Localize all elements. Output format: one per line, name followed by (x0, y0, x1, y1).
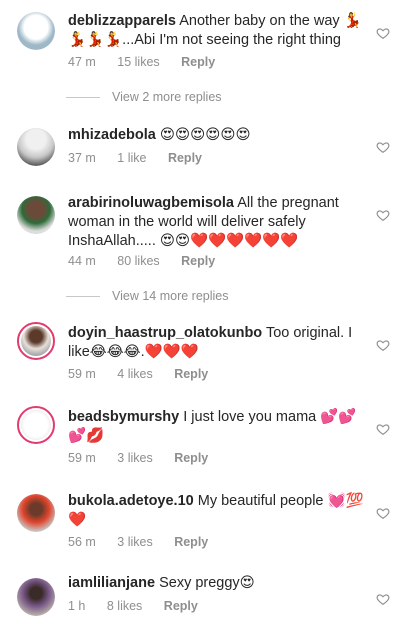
heart-outline-icon[interactable] (376, 422, 390, 436)
heart-outline-icon[interactable] (376, 338, 390, 352)
avatar[interactable] (17, 12, 55, 50)
comment-meta: 1 h 8 likes Reply (68, 599, 216, 613)
reply-button[interactable]: Reply (181, 55, 215, 69)
comment-meta: 59 m 3 likes Reply (68, 451, 226, 465)
comment-time: 47 m (68, 55, 96, 69)
comment-likes[interactable]: 4 likes (117, 367, 152, 381)
avatar[interactable] (17, 128, 55, 166)
reply-button[interactable]: Reply (174, 451, 208, 465)
avatar[interactable] (17, 322, 55, 360)
comment-likes[interactable]: 3 likes (117, 451, 152, 465)
view-more-replies[interactable]: View 14 more replies (66, 289, 229, 303)
comment-likes[interactable]: 1 like (117, 151, 146, 165)
view-more-label[interactable]: View 14 more replies (112, 289, 229, 303)
comment-text: 😍😍😍😍😍😍 (159, 127, 251, 143)
heart-outline-icon[interactable] (376, 592, 390, 606)
avatar[interactable] (17, 196, 55, 234)
divider (66, 295, 100, 297)
comment-time: 59 m (68, 367, 96, 381)
comment-meta: 37 m 1 like Reply (68, 151, 220, 165)
reply-button[interactable]: Reply (168, 151, 202, 165)
comment-time: 56 m (68, 535, 96, 549)
comment-text: Sexy preggy😍 (159, 575, 255, 591)
reply-button[interactable]: Reply (174, 535, 208, 549)
comment-likes[interactable]: 80 likes (117, 254, 159, 268)
reply-button[interactable]: Reply (174, 367, 208, 381)
comment-meta: 47 m 15 likes Reply (68, 55, 233, 69)
comment-likes[interactable]: 3 likes (117, 535, 152, 549)
comment-username[interactable]: mhizadebola (68, 127, 156, 143)
comment-time: 37 m (68, 151, 96, 165)
avatar[interactable] (17, 578, 55, 616)
comment-username[interactable]: doyin_haastrup_olatokunbo (68, 325, 262, 341)
avatar[interactable] (17, 406, 55, 444)
reply-button[interactable]: Reply (164, 599, 198, 613)
reply-button[interactable]: Reply (181, 254, 215, 268)
comment-username[interactable]: arabirinoluwagbemisola (68, 195, 234, 211)
comment-time: 1 h (68, 599, 86, 613)
comment-username[interactable]: iamlilianjane (68, 575, 155, 591)
heart-outline-icon[interactable] (376, 506, 390, 520)
comment-username[interactable]: deblizzapparels (68, 13, 176, 29)
comment-likes[interactable]: 15 likes (117, 55, 159, 69)
comment-meta: 59 m 4 likes Reply (68, 367, 226, 381)
comment-username[interactable]: beadsbymurshy (68, 409, 179, 425)
comment-meta: 44 m 80 likes Reply (68, 254, 233, 268)
avatar[interactable] (17, 494, 55, 532)
comment-username[interactable]: bukola.adetoye.10 (68, 493, 194, 509)
heart-outline-icon[interactable] (376, 26, 390, 40)
comment-meta: 56 m 3 likes Reply (68, 535, 226, 549)
heart-outline-icon[interactable] (376, 208, 390, 222)
view-more-replies[interactable]: View 2 more replies (66, 90, 222, 104)
heart-outline-icon[interactable] (376, 140, 390, 154)
divider (66, 96, 100, 98)
comment-likes[interactable]: 8 likes (107, 599, 142, 613)
comment-time: 44 m (68, 254, 96, 268)
view-more-label[interactable]: View 2 more replies (112, 90, 222, 104)
comment-time: 59 m (68, 451, 96, 465)
